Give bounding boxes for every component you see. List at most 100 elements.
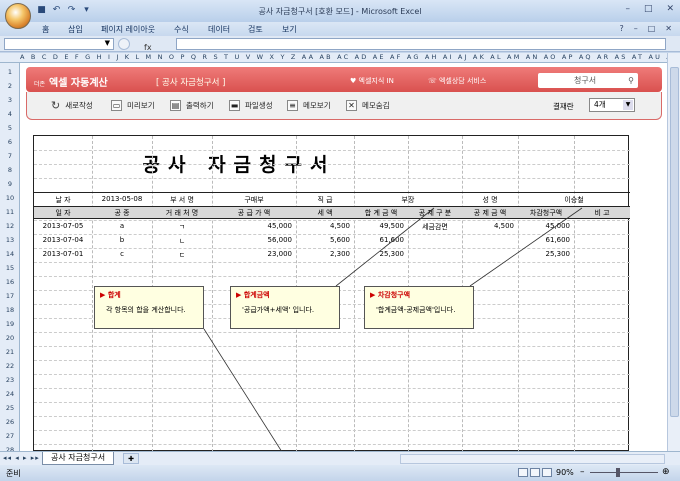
table-cell[interactable]: 2013-07-01 [34, 250, 92, 258]
ribbon-minimize-icon[interactable]: – [634, 24, 638, 33]
table-cell[interactable]: c [92, 250, 152, 258]
vertical-scrollbar[interactable] [667, 53, 680, 451]
table-cell[interactable]: ㄱ [152, 222, 212, 232]
page-layout-view-icon[interactable] [530, 468, 540, 477]
row-number[interactable]: 9 [0, 180, 20, 188]
row-number[interactable]: 6 [0, 138, 20, 146]
close-icon[interactable]: ✕ [666, 4, 674, 14]
table-cell[interactable]: 세금감면 [408, 222, 462, 232]
undo-icon[interactable]: ↶ [51, 5, 62, 16]
table-cell[interactable]: b [92, 236, 152, 244]
table-cell[interactable]: 2,300 [296, 250, 354, 258]
row-number[interactable]: 5 [0, 124, 20, 132]
tab-insert[interactable]: 삽입 [68, 24, 83, 35]
new-button[interactable]: ↻ 새로작성 [51, 98, 93, 112]
print-button[interactable]: ▤ 출력하기 [170, 98, 214, 112]
ribbon-restore-icon[interactable]: □ [648, 24, 656, 33]
row-number[interactable]: 23 [0, 376, 20, 384]
table-cell[interactable]: ㄷ [152, 250, 212, 260]
scroll-thumb[interactable] [670, 67, 679, 417]
table-cell[interactable]: 61,600 [518, 236, 574, 244]
row-number[interactable]: 21 [0, 348, 20, 356]
table-cell[interactable]: 45,000 [212, 222, 296, 230]
table-cell[interactable]: 25,300 [354, 250, 408, 258]
sheet-nav-buttons[interactable]: ◂◂ ◂ ▸ ▸▸ [3, 454, 40, 462]
page-break-view-icon[interactable] [542, 468, 552, 477]
ribbon-close-icon[interactable]: ✕ [665, 24, 672, 33]
create-file-button[interactable]: ▬ 파일생성 [229, 98, 273, 112]
horizontal-scrollbar[interactable] [400, 454, 665, 464]
table-cell[interactable]: 49,500 [354, 222, 408, 230]
table-cell[interactable]: 4,500 [296, 222, 354, 230]
table-cell[interactable]: 23,000 [212, 250, 296, 258]
table-cell[interactable]: 2013-07-04 [34, 236, 92, 244]
tab-data[interactable]: 데이터 [208, 24, 230, 35]
row-number[interactable]: 15 [0, 264, 20, 272]
link-excel-knowledge[interactable]: ♥ 엑셀지식 IN [344, 75, 400, 87]
save-icon[interactable]: ■ [36, 5, 47, 16]
tab-page-layout[interactable]: 페이지 레이아웃 [101, 24, 155, 35]
row-number[interactable]: 2 [0, 82, 20, 90]
tab-home[interactable]: 홈 [42, 24, 49, 35]
formula-input[interactable] [176, 38, 666, 50]
worksheet[interactable]: 더존 엑셀 자동계산 [ 공사 자금청구서 ] ♥ 엑셀지식 IN ☏ 엑셀상담 … [20, 63, 667, 452]
row-number[interactable]: 7 [0, 152, 20, 160]
row-number[interactable]: 18 [0, 306, 20, 314]
rank-value[interactable]: 부장 [354, 195, 462, 205]
table-cell[interactable]: 4,500 [462, 222, 518, 230]
row-number[interactable]: 19 [0, 320, 20, 328]
zoom-in-icon[interactable]: ⊕ [662, 467, 670, 477]
row-number[interactable]: 27 [0, 432, 20, 440]
maximize-icon[interactable]: □ [644, 4, 653, 14]
redo-icon[interactable]: ↷ [66, 5, 77, 16]
row-number[interactable]: 1 [0, 68, 20, 76]
preview-button[interactable]: ▭ 미리보기 [111, 98, 155, 112]
cancel-icon[interactable] [118, 38, 130, 50]
row-number[interactable]: 17 [0, 292, 20, 300]
table-cell[interactable]: 61,600 [354, 236, 408, 244]
row-number[interactable]: 12 [0, 222, 20, 230]
row-number[interactable]: 14 [0, 250, 20, 258]
comment-note[interactable]: ▶ 차감청구액 '합계금액-공제금액'입니다. [364, 286, 474, 329]
zoom-level[interactable]: 90% [556, 468, 574, 477]
date-value[interactable]: 2013-05-08 [92, 195, 152, 203]
office-button[interactable] [5, 3, 31, 29]
fx-icon[interactable]: fx [144, 43, 152, 52]
row-number[interactable]: 13 [0, 236, 20, 244]
row-number[interactable]: 25 [0, 404, 20, 412]
row-number[interactable]: 24 [0, 390, 20, 398]
table-cell[interactable]: 25,300 [518, 250, 574, 258]
memo-hide-button[interactable]: ✕ 메모숨김 [346, 98, 390, 112]
zoom-slider[interactable] [590, 472, 658, 473]
row-number[interactable]: 20 [0, 334, 20, 342]
comment-note[interactable]: ▶ 합계 각 항목의 합을 계산합니다. [94, 286, 204, 329]
sheet-tab[interactable]: 공사 자금청구서 [42, 452, 115, 465]
row-number[interactable]: 3 [0, 96, 20, 104]
row-number[interactable]: 10 [0, 194, 20, 202]
row-number[interactable]: 8 [0, 166, 20, 174]
tab-view[interactable]: 보기 [282, 24, 297, 35]
approval-select[interactable]: 4개 ▼ [589, 98, 635, 112]
table-cell[interactable]: 45,000 [518, 222, 574, 230]
minimize-icon[interactable]: – [625, 4, 630, 14]
row-number[interactable]: 26 [0, 418, 20, 426]
name-value[interactable]: 이승철 [518, 195, 630, 205]
table-cell[interactable]: 56,000 [212, 236, 296, 244]
customize-qat-icon[interactable]: ▾ [81, 5, 92, 16]
memo-show-button[interactable]: ≡ 메모보기 [287, 98, 331, 112]
table-cell[interactable]: a [92, 222, 152, 230]
help-icon[interactable]: ? [619, 24, 623, 33]
insert-function[interactable]: fx [118, 38, 174, 52]
search-icon[interactable]: ⚲ [628, 73, 634, 88]
row-headers[interactable]: 1 2 3 4 5 6 7 8 9 10 11 12 13 14 15 16 17 18 19 20 21 22 23 24 2… [0, 63, 20, 454]
name-box[interactable]: ▼ [4, 38, 114, 50]
comment-note[interactable]: ▶ 합계금액 '공급가액+세액' 입니다. [230, 286, 340, 329]
insert-sheet-icon[interactable]: ✚ [123, 453, 139, 464]
normal-view-icon[interactable] [518, 468, 528, 477]
row-number[interactable]: 22 [0, 362, 20, 370]
chevron-down-icon[interactable]: ▼ [105, 39, 110, 47]
search-input[interactable]: 청구서 ⚲ [538, 73, 638, 88]
link-excel-consult[interactable]: ☏ 엑셀상담 서비스 [422, 75, 492, 87]
zoom-knob[interactable] [616, 468, 620, 477]
table-cell[interactable]: 5,600 [296, 236, 354, 244]
